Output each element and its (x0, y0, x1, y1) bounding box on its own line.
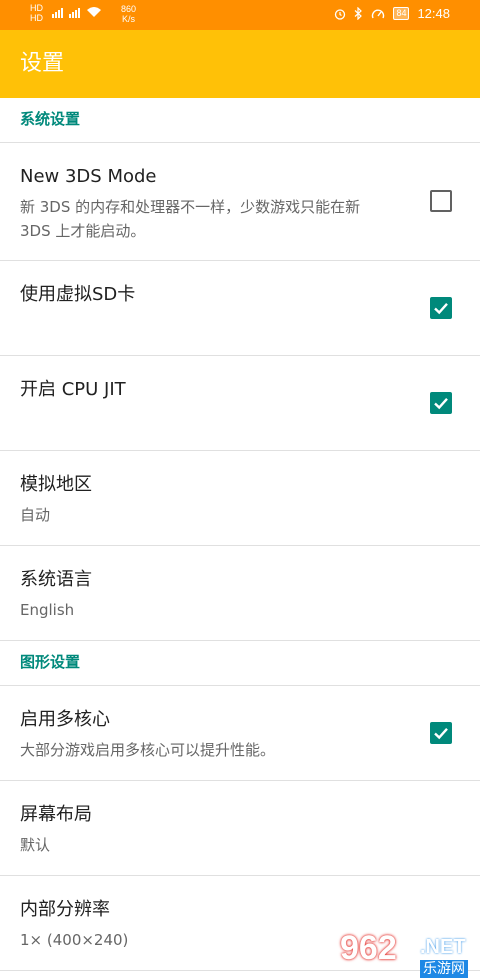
battery-icon: 84 (393, 7, 410, 20)
wifi-icon (87, 7, 101, 17)
setting-multicore[interactable]: 启用多核心 大部分游戏启用多核心可以提升性能。 (0, 686, 480, 781)
checkmark-icon (434, 727, 448, 740)
setting-title: 开启 CPU JIT (20, 379, 126, 400)
status-right: 84 12:48 (334, 6, 450, 21)
status-bar: HD HD 860 K/s 84 12:48 (0, 0, 480, 30)
cpu-jit-checkbox[interactable] (430, 392, 452, 414)
setting-system-language[interactable]: 系统语言 English (0, 546, 480, 641)
setting-new-3ds-mode[interactable]: New 3DS Mode 新 3DS 的内存和处理器不一样，少数游戏只能在新 3… (0, 143, 480, 261)
setting-title: 系统语言 (20, 569, 92, 590)
alarm-icon (335, 8, 346, 20)
speed-unit: K/s (122, 14, 136, 24)
section-header-label: 系统设置 (20, 110, 81, 128)
checkmark-icon (434, 397, 448, 410)
setting-virtual-sd-card[interactable]: 使用虚拟SD卡 (0, 261, 480, 356)
signal-icons (52, 6, 102, 18)
setting-summary: English (20, 601, 75, 619)
virtual-sd-card-checkbox[interactable] (430, 297, 452, 319)
setting-emulated-region[interactable]: 模拟地区 自动 (0, 451, 480, 546)
section-header-graphics: 图形设置 (0, 641, 480, 686)
speed-value: 860 (121, 4, 137, 14)
section-header-system: 系统设置 (0, 98, 480, 143)
page-title: 设置 (20, 51, 65, 76)
clock: 12:48 (417, 6, 450, 21)
network-label-1: HD (30, 3, 43, 13)
setting-summary: 自动 (20, 506, 51, 524)
setting-title: New 3DS Mode (20, 166, 157, 187)
setting-title: 使用虚拟SD卡 (20, 284, 136, 305)
setting-title: 模拟地区 (20, 474, 92, 495)
signal-icon (52, 8, 63, 18)
checkmark-icon (434, 302, 448, 315)
new-3ds-mode-checkbox[interactable] (430, 190, 452, 212)
setting-summary: 新 3DS 的内存和处理器不一样，少数游戏只能在新 3DS 上才能启动。 (20, 198, 361, 240)
setting-screen-layout[interactable]: 屏幕布局 默认 (0, 781, 480, 876)
speedometer-icon (372, 9, 385, 18)
setting-title: 启用多核心 (20, 709, 110, 730)
watermark-net: .NET (420, 936, 466, 958)
site-watermark: 962 .NET 乐游网 (340, 928, 480, 980)
setting-summary: 1× (400×240) (20, 931, 129, 949)
setting-title: 内部分辨率 (20, 899, 110, 920)
section-header-label: 图形设置 (20, 653, 81, 671)
signal-icon (69, 8, 80, 18)
app-toolbar: 设置 (0, 30, 480, 98)
network-label-2: HD (30, 13, 43, 23)
setting-title: 屏幕布局 (20, 804, 92, 825)
network-type-labels: HD HD (30, 3, 43, 23)
watermark-logo: 962 (340, 929, 397, 967)
network-speed: 860 K/s (121, 4, 136, 24)
setting-cpu-jit[interactable]: 开启 CPU JIT (0, 356, 480, 451)
setting-summary: 大部分游戏启用多核心可以提升性能。 (20, 741, 276, 759)
setting-summary: 默认 (20, 836, 51, 854)
multicore-checkbox[interactable] (430, 722, 452, 744)
watermark-site-name: 乐游网 (420, 960, 468, 978)
bluetooth-icon (355, 7, 363, 20)
